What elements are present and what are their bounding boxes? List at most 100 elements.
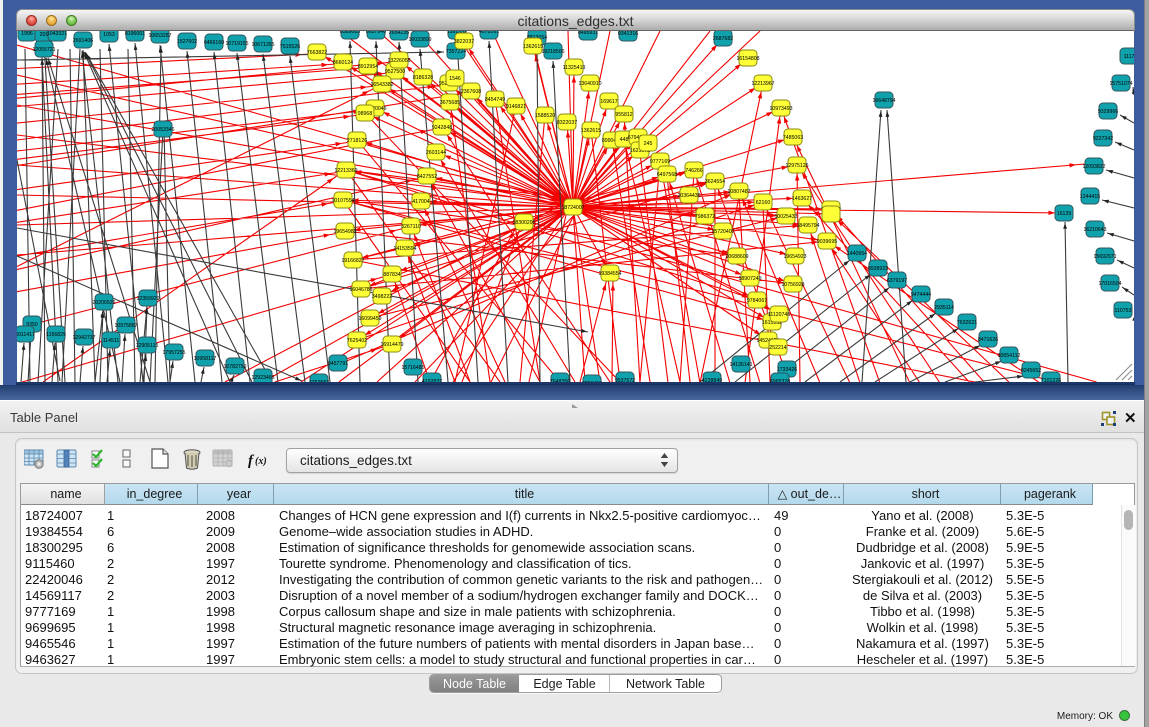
svg-text:9784067: 9784067 — [747, 298, 767, 304]
svg-text:1546: 1546 — [449, 76, 461, 82]
svg-text:1463627: 1463627 — [792, 196, 812, 202]
svg-text:16543382: 16543382 — [370, 82, 393, 88]
svg-text:15716485: 15716485 — [401, 365, 424, 371]
svg-text:(x): (x) — [255, 456, 267, 467]
svg-text:2687682: 2687682 — [713, 36, 733, 42]
svg-text:10688609: 10688609 — [725, 254, 748, 260]
svg-text:19166827: 19166827 — [341, 258, 364, 264]
svg-text:3267110: 3267110 — [401, 224, 421, 230]
svg-text:16046786: 16046786 — [349, 287, 372, 293]
svg-text:12213369: 12213369 — [334, 168, 357, 174]
svg-text:1362615: 1362615 — [581, 128, 601, 134]
svg-text:4238849: 4238849 — [702, 378, 722, 382]
svg-text:13640910: 13640910 — [578, 81, 601, 87]
svg-text:7357224: 7357224 — [446, 49, 466, 55]
svg-text:7632621: 7632621 — [957, 320, 977, 326]
svg-text:2718126: 2718126 — [347, 138, 367, 144]
svg-text:20053346: 20053346 — [151, 127, 174, 133]
svg-text:10653287: 10653287 — [148, 33, 171, 39]
svg-text:9474444: 9474444 — [911, 292, 931, 298]
svg-text:245: 245 — [644, 141, 653, 147]
svg-text:887834: 887834 — [383, 272, 400, 278]
svg-text:16914479: 16914479 — [380, 342, 403, 348]
svg-text:1733426: 1733426 — [777, 367, 797, 373]
svg-text:10975887: 10975887 — [114, 323, 137, 329]
svg-text:15692971: 15692971 — [1093, 254, 1116, 260]
svg-text:7648350: 7648350 — [550, 379, 570, 382]
svg-text:7986372: 7986372 — [695, 214, 715, 220]
svg-text:2935114: 2935114 — [934, 305, 954, 311]
svg-text:12923466: 12923466 — [251, 375, 274, 381]
svg-text:8938923: 8938923 — [868, 266, 888, 272]
svg-text:19654923: 19654923 — [783, 254, 806, 260]
svg-text:6379197: 6379197 — [887, 278, 907, 284]
svg-text:12359929: 12359929 — [136, 296, 159, 302]
svg-text:3822037: 3822037 — [454, 39, 474, 45]
svg-text:10756928: 10756928 — [781, 282, 804, 288]
svg-text:2603144: 2603144 — [426, 150, 446, 156]
svg-text:14136141: 14136141 — [729, 362, 752, 368]
svg-text:9457791: 9457791 — [328, 361, 348, 367]
svg-text:9146821: 9146821 — [506, 104, 526, 110]
svg-text:10782759: 10782759 — [223, 364, 246, 370]
svg-text:10807487: 10807487 — [727, 189, 750, 195]
svg-text:16033809: 16033809 — [408, 37, 431, 43]
svg-text:7101226: 7101226 — [1041, 378, 1061, 382]
svg-text:11325419: 11325419 — [563, 65, 586, 71]
svg-text:4078161: 4078161 — [479, 31, 499, 35]
svg-text:110753: 110753 — [1115, 308, 1132, 314]
svg-text:17957255: 17957255 — [162, 350, 185, 356]
svg-text:1588520: 1588520 — [535, 113, 555, 119]
svg-text:20206526: 20206526 — [92, 300, 115, 306]
svg-text:6497568: 6497568 — [657, 172, 677, 178]
svg-text:16210643: 16210643 — [1083, 227, 1106, 233]
svg-text:17016504: 17016504 — [1098, 281, 1121, 287]
svg-text:12975125: 12975125 — [785, 163, 808, 169]
svg-text:8660124: 8660124 — [333, 60, 353, 66]
svg-text:8196001: 8196001 — [125, 31, 145, 37]
svg-text:252214: 252214 — [769, 345, 786, 351]
svg-text:10654112: 10654112 — [998, 353, 1021, 359]
svg-text:10719155: 10719155 — [225, 41, 248, 47]
svg-text:9039695: 9039695 — [817, 239, 837, 245]
svg-text:2691406: 2691406 — [73, 38, 93, 44]
svg-text:9329966: 9329966 — [1098, 109, 1118, 115]
svg-text:18300295: 18300295 — [512, 220, 535, 226]
svg-text:1156829: 1156829 — [46, 332, 66, 338]
svg-text:1244415: 1244415 — [1080, 194, 1100, 200]
svg-text:10671355: 10671355 — [251, 42, 274, 48]
svg-text:3389083: 3389083 — [340, 31, 360, 35]
svg-text:7663822: 7663822 — [307, 50, 327, 56]
svg-text:9527500: 9527500 — [385, 69, 405, 75]
svg-text:4752553: 4752553 — [309, 380, 329, 382]
svg-text:16648794: 16648794 — [872, 98, 895, 104]
svg-text:9227342: 9227342 — [1093, 136, 1113, 142]
svg-text:7625402: 7625402 — [347, 338, 367, 344]
svg-text:10107554: 10107554 — [331, 198, 354, 204]
svg-text:955812: 955812 — [615, 112, 632, 118]
svg-text:1996: 1996 — [21, 31, 33, 37]
svg-text:0341316: 0341316 — [618, 31, 638, 37]
svg-text:7485063: 7485063 — [783, 135, 803, 141]
svg-text:12942737: 12942737 — [72, 335, 95, 341]
svg-text:11120746: 11120746 — [768, 312, 790, 318]
svg-text:1117: 1117 — [1124, 54, 1134, 60]
svg-text:9245652: 9245652 — [1021, 368, 1041, 374]
svg-text:1053: 1053 — [103, 32, 115, 38]
svg-text:15751074: 15751074 — [1109, 81, 1132, 87]
svg-text:1043321: 1043321 — [47, 31, 67, 37]
svg-text:18495794: 18495794 — [796, 223, 819, 229]
svg-text:8912954: 8912954 — [358, 64, 378, 70]
svg-text:19384554: 19384554 — [598, 271, 621, 277]
svg-text:13226058: 13226058 — [387, 58, 410, 64]
svg-text:8186328: 8186328 — [413, 75, 433, 81]
svg-text:417004: 417004 — [412, 199, 429, 205]
svg-text:2367608: 2367608 — [461, 89, 481, 95]
svg-text:14153594: 14153594 — [393, 246, 416, 252]
svg-text:2654235: 2654235 — [389, 31, 409, 36]
svg-text:8495931: 8495931 — [578, 31, 598, 36]
svg-text:9537672: 9537672 — [615, 378, 635, 382]
svg-text:62160: 62160 — [756, 200, 771, 206]
svg-text:114511: 114511 — [103, 338, 120, 344]
svg-text:3624554: 3624554 — [705, 179, 725, 185]
